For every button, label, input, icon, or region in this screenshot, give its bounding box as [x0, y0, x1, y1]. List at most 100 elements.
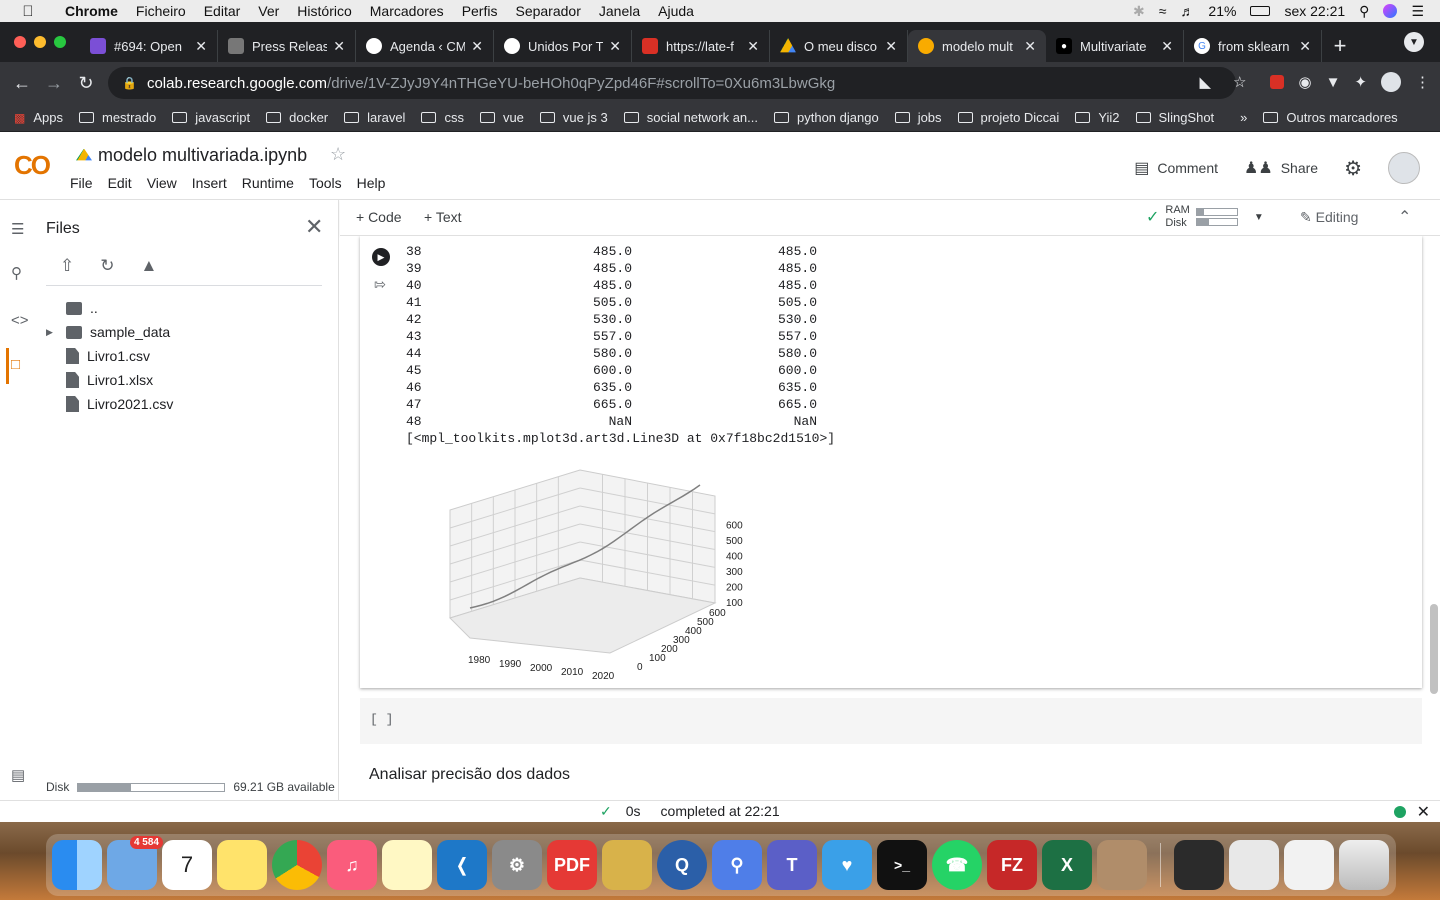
bookmarks-overflow-button[interactable]: »	[1240, 110, 1247, 125]
menu-view[interactable]: View	[147, 175, 177, 191]
address-bar[interactable]: 🔒 colab.research.google.com/drive/1V-ZJy…	[108, 67, 1236, 99]
bookmark-folder[interactable]: css	[421, 110, 464, 125]
menu-insert[interactable]: Insert	[192, 175, 227, 191]
file-item[interactable]: Livro1.csv	[46, 344, 173, 368]
wifi-icon[interactable]: ≈	[1159, 3, 1167, 19]
menubar-item-perfis[interactable]: Perfis	[453, 3, 507, 19]
minimize-window-button[interactable]	[34, 36, 46, 48]
table-of-contents-icon[interactable]: ☰	[11, 220, 24, 238]
profile-avatar[interactable]	[1381, 72, 1401, 92]
resources-indicator[interactable]: ✓ RAM Disk ▼	[1146, 204, 1264, 230]
notification-center-icon[interactable]: ☰	[1411, 3, 1424, 20]
close-tab-icon[interactable]: ✕	[195, 38, 207, 55]
browser-tab[interactable]: #694: Open ✕	[80, 30, 218, 62]
close-tab-icon[interactable]: ✕	[333, 38, 345, 55]
battery-percent[interactable]: 21%	[1208, 3, 1236, 19]
menubar-item-editar[interactable]: Editar	[195, 3, 250, 19]
minimized-window-thumbnail[interactable]	[1229, 840, 1279, 890]
upload-file-icon[interactable]: ⇧	[60, 256, 74, 276]
search-icon[interactable]: ⚲	[11, 264, 22, 282]
chrome-menu-icon[interactable]: ⋮	[1415, 73, 1430, 91]
file-item-folder[interactable]: ▶ sample_data	[46, 320, 173, 344]
back-button[interactable]: ←	[6, 73, 38, 94]
volume-icon[interactable]: ♬	[1180, 3, 1194, 19]
bluetooth-icon[interactable]: ✱	[1133, 3, 1145, 20]
quicktime-icon[interactable]: Q	[657, 840, 707, 890]
extension-red-icon[interactable]	[1270, 75, 1285, 89]
star-notebook-icon[interactable]: ☆	[330, 144, 346, 165]
keychain-icon[interactable]: ⚲	[712, 840, 762, 890]
siri-icon[interactable]	[1383, 4, 1398, 18]
calendar-icon[interactable]: 7	[162, 840, 212, 890]
terminal-icon[interactable]: ▤	[11, 766, 25, 784]
output-actions-icon[interactable]: ⇰	[374, 276, 386, 293]
extensions-puzzle-icon[interactable]: ✦	[1354, 73, 1367, 91]
chevron-down-icon[interactable]: ▼	[1254, 212, 1264, 223]
bookmark-star-icon[interactable]: ☆	[1233, 73, 1246, 91]
bookmark-apps[interactable]: ▩ Apps	[14, 110, 63, 125]
bookmark-folder[interactable]: vue	[479, 110, 524, 125]
close-tab-icon[interactable]: ✕	[885, 38, 897, 55]
menu-runtime[interactable]: Runtime	[242, 175, 294, 191]
lock-icon[interactable]: 🔒	[122, 76, 137, 90]
clock[interactable]: sex 22:21	[1284, 3, 1345, 19]
close-icon[interactable]: ✕	[1417, 802, 1430, 822]
bookmark-folder[interactable]: python django	[774, 110, 879, 125]
stickies-icon[interactable]	[217, 840, 267, 890]
code-cell[interactable]: ▶ ⇰ 38 485.0 485.0 39 485.0 485.0 40 485.0 485…	[360, 236, 1422, 688]
translate-icon[interactable]: ◣	[1199, 73, 1211, 91]
browser-tab[interactable]: ● Multivariate ✕	[1046, 30, 1184, 62]
bookmark-folder[interactable]: mestrado	[78, 110, 156, 125]
teams-icon[interactable]: T	[767, 840, 817, 890]
bookmark-folder[interactable]: laravel	[344, 110, 405, 125]
chrome-icon[interactable]	[272, 840, 322, 890]
comment-button[interactable]: ▤ Comment	[1134, 158, 1218, 178]
menu-help[interactable]: Help	[357, 175, 386, 191]
forward-button[interactable]: →	[38, 73, 70, 94]
terminal-icon[interactable]: >_	[877, 840, 927, 890]
activity-icon[interactable]: ♥	[822, 840, 872, 890]
menubar-item-ver[interactable]: Ver	[249, 3, 288, 19]
settings-gear-icon[interactable]: ⚙	[1344, 156, 1362, 181]
close-tab-icon[interactable]: ✕	[1161, 38, 1173, 55]
close-tab-icon[interactable]: ✕	[609, 38, 621, 55]
close-tab-icon[interactable]: ✕	[471, 38, 483, 55]
file-item[interactable]: Livro1.xlsx	[46, 368, 173, 392]
bookmark-other-folder[interactable]: Outros marcadores	[1263, 110, 1398, 125]
browser-tab-active[interactable]: modelo mult ✕	[908, 30, 1046, 62]
colab-logo[interactable]: CO	[14, 150, 51, 181]
close-tab-icon[interactable]: ✕	[1299, 38, 1311, 55]
minimized-window-thumbnail[interactable]	[1284, 840, 1334, 890]
close-tab-icon[interactable]: ✕	[747, 38, 759, 55]
refresh-folder-icon[interactable]: ↻	[100, 256, 114, 276]
close-tab-icon[interactable]: ✕	[1024, 38, 1036, 55]
vscode-icon[interactable]: ❬	[437, 840, 487, 890]
whatsapp-icon[interactable]: ☎	[932, 840, 982, 890]
reload-button[interactable]: ↻	[70, 73, 102, 94]
bookmark-folder[interactable]: docker	[266, 110, 328, 125]
menu-file[interactable]: File	[70, 175, 93, 191]
bookmark-folder[interactable]: Yii2	[1075, 110, 1120, 125]
tab-search-icon[interactable]: ▼	[1404, 32, 1424, 52]
share-button[interactable]: ♟♟ Share	[1244, 158, 1318, 178]
code-snippets-icon[interactable]: <>	[11, 312, 29, 329]
trash-icon[interactable]	[1339, 840, 1389, 890]
mount-drive-icon[interactable]: ▲	[141, 256, 158, 276]
add-text-cell-button[interactable]: + Text	[424, 209, 462, 225]
bookmark-folder[interactable]: projeto Diccai	[957, 110, 1059, 125]
database-icon[interactable]	[602, 840, 652, 890]
file-item[interactable]: Livro2021.csv	[46, 392, 173, 416]
apple-icon[interactable]: 	[0, 3, 56, 20]
vue-devtools-icon[interactable]: ▼	[1326, 74, 1341, 91]
user-avatar[interactable]	[1388, 152, 1420, 184]
browser-tab[interactable]: O meu disco ✕	[770, 30, 908, 62]
menubar-item-marcadores[interactable]: Marcadores	[361, 3, 453, 19]
add-code-cell-button[interactable]: + Code	[356, 209, 402, 225]
browser-tab[interactable]: Gfrom sklearn ✕	[1184, 30, 1322, 62]
zoom-window-button[interactable]	[54, 36, 66, 48]
close-icon[interactable]: ✕	[305, 214, 323, 240]
new-tab-button[interactable]: +	[1322, 30, 1358, 62]
spotlight-search-icon[interactable]: ⚲	[1359, 3, 1369, 20]
browser-tab[interactable]: https://late-f ✕	[632, 30, 770, 62]
filezilla-icon[interactable]: FZ	[987, 840, 1037, 890]
